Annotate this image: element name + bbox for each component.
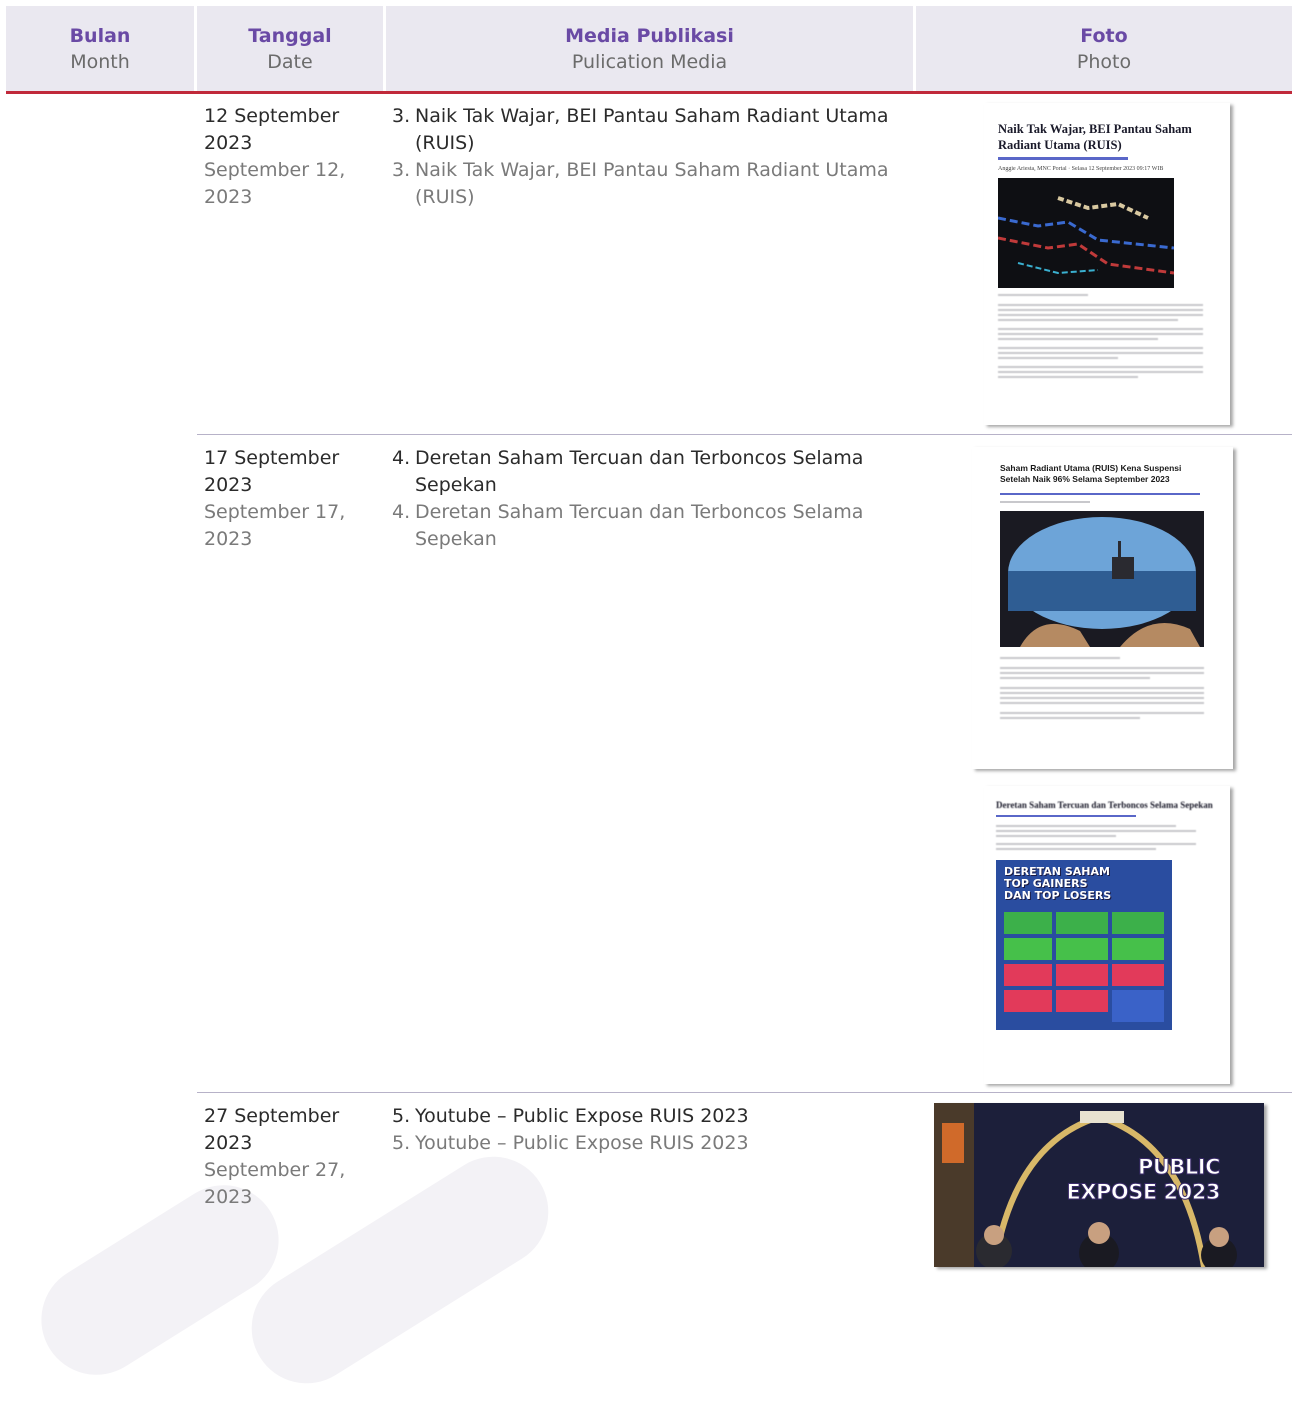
article-screenshot: Saham Radiant Utama (RUIS) Kena Suspensi…: [972, 447, 1233, 769]
table-row-date: 17 September 2023 September 17, 2023: [204, 445, 374, 553]
date-id: 27 September 2023: [204, 1105, 340, 1154]
article-title: Saham Radiant Utama (RUIS) Kena Suspensi…: [1000, 463, 1182, 484]
date-id: 12 September 2023: [204, 105, 340, 154]
video-thumbnail: PUBLIC EXPOSE 2023: [934, 1103, 1264, 1267]
table-row-media: 4. Deretan Saham Tercuan dan Terboncos Se…: [392, 445, 897, 553]
date-en: September 17, 2023: [204, 501, 346, 550]
infographic: DERETAN SAHAM TOP GAINERS DAN TOP LOSERS: [996, 860, 1172, 1030]
date-en: September 27, 2023: [204, 1159, 346, 1208]
media-title-id: Deretan Saham Tercuan dan Terboncos Sela…: [415, 447, 864, 496]
media-title-en: Deretan Saham Tercuan dan Terboncos Sela…: [415, 501, 864, 550]
infographic-tiles: [1004, 912, 1164, 1022]
article-byline: Anggie Ariesta, MNC Portal · Selasa 12 S…: [998, 166, 1164, 172]
item-number: 5.: [392, 1132, 411, 1154]
header-media-label: Media Publikasi: [565, 25, 734, 47]
header-date-label: Tanggal: [248, 25, 332, 47]
article-title: Naik Tak Wajar, BEI Pantau Saham Radiant…: [998, 122, 1192, 152]
date-id: 17 September 2023: [204, 447, 340, 496]
article-body: [998, 294, 1216, 378]
article-screenshot: Naik Tak Wajar, BEI Pantau Saham Radiant…: [984, 103, 1230, 425]
article-title: Deretan Saham Tercuan dan Terboncos Sela…: [996, 800, 1213, 810]
header-divider: [6, 91, 1292, 94]
row-divider: [197, 1092, 1292, 1093]
video-title: PUBLIC EXPOSE 2023: [1066, 1155, 1221, 1205]
date-en: September 12, 2023: [204, 159, 346, 208]
article-screenshot: Deretan Saham Tercuan dan Terboncos Sela…: [984, 786, 1230, 1084]
media-title-en: Youtube – Public Expose RUIS 2023: [415, 1132, 749, 1154]
article-body: [1000, 657, 1205, 719]
header-month: Bulan Month: [6, 6, 194, 92]
media-title-en: Naik Tak Wajar, BEI Pantau Saham Radiant…: [415, 159, 889, 208]
article-link: [996, 815, 1136, 817]
header-media-sublabel: Pulication Media: [571, 51, 728, 73]
article-photo: [998, 178, 1174, 288]
header-month-sublabel: Month: [70, 51, 130, 73]
item-number: 4.: [392, 447, 411, 469]
header-month-label: Bulan: [69, 25, 131, 47]
media-title-id: Youtube – Public Expose RUIS 2023: [415, 1105, 749, 1127]
item-number: 3.: [392, 105, 411, 127]
article-link: [998, 157, 1128, 160]
table-row-date: 12 September 2023 September 12, 2023: [204, 103, 374, 211]
row-divider: [197, 434, 1292, 435]
article-photo: [1000, 511, 1204, 647]
media-title-id: Naik Tak Wajar, BEI Pantau Saham Radiant…: [415, 105, 889, 154]
header-media: Media Publikasi Pulication Media: [386, 6, 913, 92]
header-photo-sublabel: Photo: [1076, 51, 1132, 73]
table-row-media: 3. Naik Tak Wajar, BEI Pantau Saham Radia…: [392, 103, 897, 211]
header-date: Tanggal Date: [197, 6, 383, 92]
table-header: Bulan Month Tanggal Date Media Publikasi…: [6, 6, 1292, 92]
item-number: 3.: [392, 159, 411, 181]
header-photo: Foto Photo: [916, 6, 1292, 92]
article-body: [996, 825, 1218, 850]
table-row-date: 27 September 2023 September 27, 2023: [204, 1103, 374, 1211]
table-row-media: 5. Youtube – Public Expose RUIS 2023 5. Yo…: [392, 1103, 897, 1157]
header-date-sublabel: Date: [267, 51, 313, 73]
header-photo-label: Foto: [1080, 25, 1128, 47]
item-number: 4.: [392, 501, 411, 523]
article-link: [1000, 493, 1200, 495]
item-number: 5.: [392, 1105, 411, 1127]
